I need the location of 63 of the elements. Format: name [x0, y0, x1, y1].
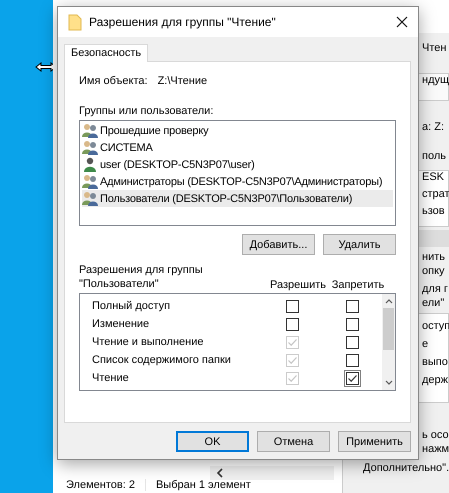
tab[interactable]: Безопасность	[64, 44, 148, 62]
permission-name: Полный доступ	[92, 300, 172, 312]
dialog-button[interactable]: Применить	[338, 431, 411, 452]
permission-name: Чтение	[92, 372, 130, 384]
dialog-button[interactable]: Удалить	[323, 234, 396, 255]
partial-text: опку	[422, 264, 445, 278]
vertical-scrollbar[interactable]	[382, 294, 395, 390]
permissions-label: "Пользователи"	[79, 277, 160, 291]
object-name-value: Z:\Чтение	[158, 75, 208, 87]
folder-icon	[68, 14, 82, 30]
user-icon	[82, 157, 98, 172]
list-item[interactable]: Администраторы (DESKTOP-C5N3P07\Администраторы)	[82, 173, 393, 190]
partial-text: ндущ	[422, 73, 449, 87]
users-icon	[82, 191, 98, 206]
groups-list[interactable]: Прошедшие проверку СИСТЕМА user (DESKTOP-C5N3P07\user) Администраторы (DESKTOP-C5N3P07\Администраторы) Пользователи (DESKTOP-C5N3P07\Пользователи)	[79, 120, 396, 226]
checkbox[interactable]	[284, 316, 300, 332]
chevron-left-icon[interactable]	[216, 468, 224, 478]
partial-text: нить	[422, 250, 445, 264]
list-item[interactable]: Прошедшие проверку	[82, 122, 393, 139]
partial-text: Чтен	[422, 41, 446, 55]
partial-text: а: Z:	[422, 120, 444, 134]
users-icon	[82, 140, 98, 155]
partial-text: ь осо	[422, 428, 449, 442]
partial-text: е	[422, 337, 428, 351]
list-item[interactable]: СИСТЕМА	[82, 139, 393, 156]
object-name-label: Имя объекта:	[79, 75, 148, 87]
partial-text: Дополнительно".	[363, 461, 449, 475]
permissions-label: Разрешения для группы	[79, 263, 204, 277]
partial-text: ьзов	[422, 204, 445, 218]
dialog-button[interactable]: OK	[176, 431, 249, 452]
partial-text: ESK	[422, 170, 444, 184]
window-title: Разрешения для группы "Чтение"	[89, 15, 277, 29]
checkbox[interactable]	[284, 298, 300, 314]
scroll-up-icon[interactable]	[384, 298, 392, 304]
permission-name: Изменение	[92, 318, 150, 330]
dialog-button[interactable]: Добавить...	[242, 234, 315, 255]
checkbox[interactable]	[344, 298, 360, 314]
users-icon	[82, 174, 98, 189]
checkbox[interactable]	[344, 316, 360, 332]
column-header: Разрешить	[269, 279, 327, 291]
list-item[interactable]: Пользователи (DESKTOP-C5N3P07\Пользователи)	[82, 190, 393, 207]
horizontal-scrollbar[interactable]	[210, 466, 334, 480]
checkbox[interactable]	[344, 370, 360, 386]
partial-text: нажм	[422, 442, 449, 456]
checkbox[interactable]	[344, 334, 360, 350]
close-icon[interactable]	[396, 16, 408, 28]
column-header: Запретить	[330, 279, 386, 291]
partial-text: поль	[422, 149, 446, 163]
users-icon	[82, 123, 98, 138]
groups-label: Группы или пользователи:	[79, 105, 214, 117]
partial-text: выпо	[422, 355, 448, 369]
scroll-down-icon[interactable]	[384, 380, 392, 386]
permission-name: Список содержимого папки	[92, 354, 232, 366]
dialog-button[interactable]: Отмена	[257, 431, 330, 452]
status-text: Элементов: 2	[66, 479, 136, 491]
permission-name: Чтение и выполнение	[92, 336, 204, 348]
partial-text: ели"	[422, 296, 444, 310]
status-text: Выбран 1 элемент	[144, 479, 261, 491]
list-item[interactable]: user (DESKTOP-C5N3P07\user)	[82, 156, 393, 173]
checkbox[interactable]	[344, 352, 360, 368]
partial-text: для г	[422, 282, 448, 296]
partial-text: держ	[422, 373, 448, 387]
partial-text: страт	[422, 187, 449, 201]
